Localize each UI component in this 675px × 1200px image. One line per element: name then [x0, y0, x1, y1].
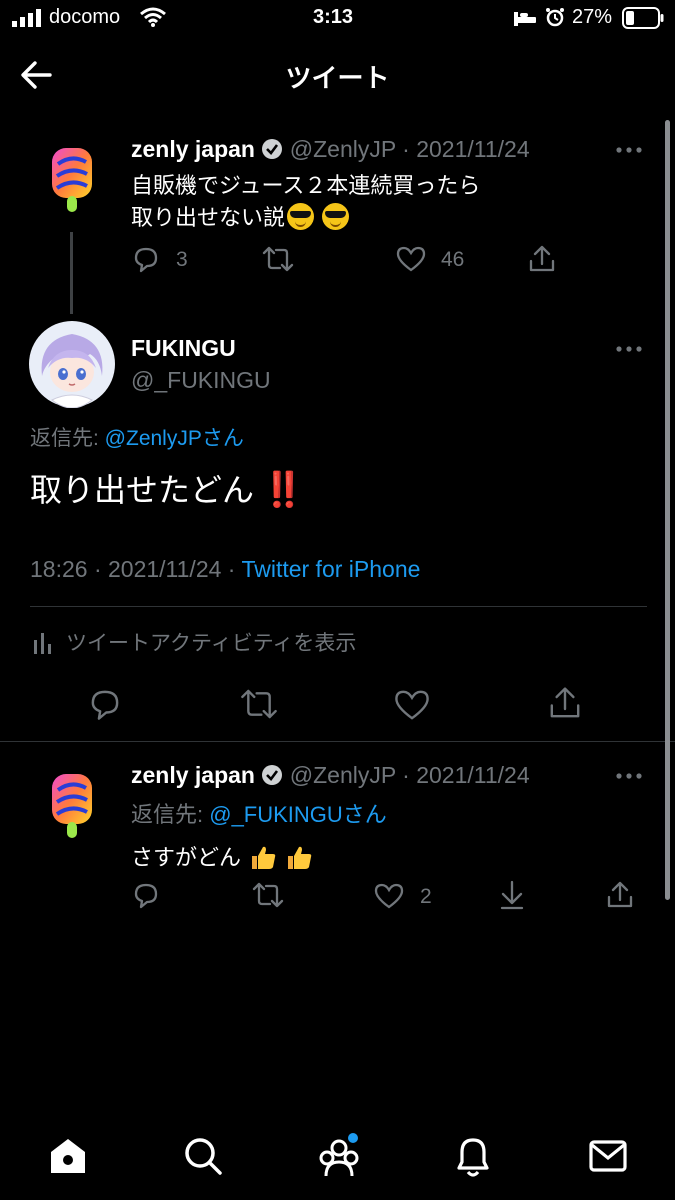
like-icon[interactable]: [394, 689, 430, 721]
double-exclamation-emoji: ‼️: [262, 471, 304, 509]
activity-label: ツイートアクティビティを表示: [66, 632, 357, 655]
tweet-meta: 18:26 · 2021/11/24 · Twitter for iPhone: [30, 556, 420, 583]
reply-to-prefix: 返信先:: [131, 802, 210, 827]
tweet-header: zenly japan @ZenlyJP · 2021/11/24: [131, 136, 530, 163]
share-icon[interactable]: [547, 685, 583, 721]
reply-icon[interactable]: [132, 245, 160, 273]
bottom-nav: [0, 1110, 675, 1200]
share-icon[interactable]: [527, 244, 557, 274]
author-handle[interactable]: @ZenlyJP: [290, 762, 396, 788]
author-handle[interactable]: @_FUKINGU: [131, 367, 271, 394]
like-count: 2: [420, 885, 432, 908]
reply-context: 返信先: @ZenlyJPさん: [30, 422, 244, 452]
battery-icon: [622, 7, 664, 29]
alarm-icon: [545, 7, 565, 27]
tweet-date: · 2021/11/24: [402, 136, 530, 162]
battery-percent: 27%: [572, 6, 613, 28]
more-icon[interactable]: [616, 345, 642, 353]
tweet-text-line: 自販機でジュース２本連続買ったら: [131, 173, 481, 198]
tweet-text: 自販機でジュース２本連続買ったら 取り出せない説: [131, 170, 480, 234]
avatar[interactable]: [46, 144, 98, 216]
activity-chart-icon: [33, 630, 53, 654]
tweet-source-link[interactable]: Twitter for iPhone: [241, 556, 420, 582]
status-bar: docomo 3:13 27%: [0, 0, 675, 38]
tweet-text: さすがどん: [131, 840, 313, 872]
tweet-text: 取り出せたどん ‼️: [30, 465, 304, 511]
tweet-timestamp: 18:26 · 2021/11/24 ·: [30, 556, 236, 582]
search-icon[interactable]: [183, 1136, 223, 1176]
download-icon[interactable]: [498, 880, 526, 910]
avatar[interactable]: [28, 320, 116, 408]
tweet-header: zenly japan @ZenlyJP · 2021/11/24: [131, 762, 530, 789]
tweet-text-line: 取り出せない説: [131, 205, 286, 230]
retweet-icon[interactable]: [252, 881, 284, 909]
thread-line: [70, 232, 73, 314]
page-title: ツイート: [285, 63, 390, 93]
scrollbar[interactable]: [665, 120, 670, 900]
reply-icon[interactable]: [88, 687, 122, 721]
reply-to-prefix: 返信先:: [30, 427, 105, 450]
more-icon[interactable]: [616, 146, 642, 154]
reply-count: 3: [176, 248, 188, 271]
verified-icon: [261, 138, 283, 160]
author-name[interactable]: zenly japan: [131, 762, 255, 788]
like-icon[interactable]: [396, 246, 426, 272]
like-count: 46: [441, 248, 465, 271]
tweet-text-body: 取り出せたどん: [30, 472, 255, 508]
divider: [0, 741, 675, 742]
notifications-icon[interactable]: [453, 1134, 493, 1178]
reply-to-link[interactable]: @_FUKINGUさん: [209, 802, 387, 827]
author-handle[interactable]: @ZenlyJP: [290, 136, 396, 162]
clock: 3:13: [313, 6, 354, 28]
author-name[interactable]: zenly japan: [131, 136, 255, 162]
communities-icon[interactable]: [316, 1132, 362, 1178]
retweet-icon[interactable]: [262, 245, 294, 273]
sleep-icon: [513, 9, 537, 27]
tweet-activity-row[interactable]: ツイートアクティビティを表示: [30, 626, 430, 658]
tweet-text-body: さすがどん: [131, 845, 242, 870]
reply-to-link[interactable]: @ZenlyJPさん: [105, 427, 244, 450]
wifi-icon: [140, 7, 166, 27]
reply-context: 返信先: @_FUKINGUさん: [131, 797, 387, 829]
home-icon[interactable]: [48, 1136, 88, 1176]
messages-icon[interactable]: [588, 1138, 628, 1174]
author-name[interactable]: FUKINGU: [131, 335, 236, 361]
like-icon[interactable]: [374, 883, 404, 909]
share-icon[interactable]: [605, 880, 635, 910]
carrier-label: docomo: [49, 6, 121, 28]
avatar[interactable]: [46, 770, 98, 842]
retweet-icon[interactable]: [240, 687, 278, 721]
tweet-date: · 2021/11/24: [402, 762, 530, 788]
signal-icon: [12, 9, 42, 27]
reply-icon[interactable]: [132, 881, 160, 909]
sunglasses-emoji-icon: [322, 203, 350, 230]
more-icon[interactable]: [616, 772, 642, 780]
sunglasses-emoji-icon: [287, 203, 315, 230]
thumbs-up-emoji-icon: [285, 843, 313, 871]
divider: [30, 606, 647, 607]
verified-icon: [261, 764, 283, 786]
thumbs-up-emoji-icon: [249, 843, 277, 871]
